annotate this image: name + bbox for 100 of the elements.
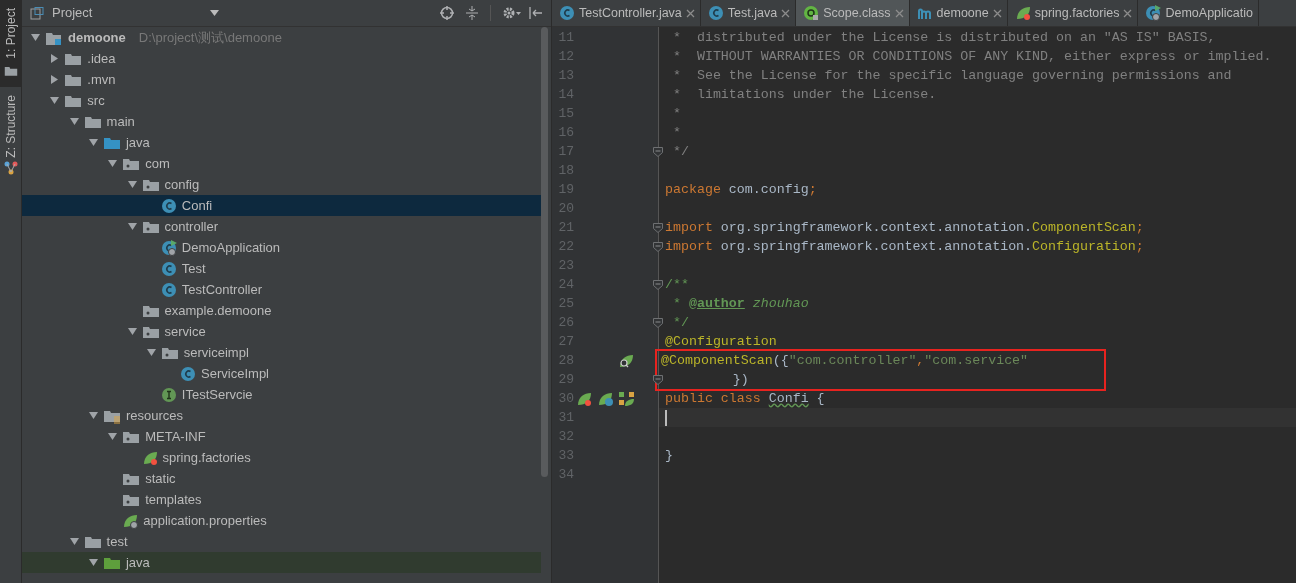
expanded-arrow-icon[interactable] xyxy=(88,138,98,147)
fold-marker-icon[interactable] xyxy=(653,222,663,233)
class-icon xyxy=(160,260,177,277)
item-label: .mvn xyxy=(87,70,116,89)
item-label: templates xyxy=(145,490,202,509)
fold-marker-icon[interactable] xyxy=(653,146,663,157)
item-label: spring.factories xyxy=(162,448,251,467)
tree-item[interactable]: java xyxy=(22,132,541,153)
tool-window-tab[interactable]: 1: Project xyxy=(0,0,21,87)
item-label: demoone xyxy=(68,28,126,47)
expanded-arrow-icon[interactable] xyxy=(108,432,118,441)
item-label: DemoApplication xyxy=(181,238,281,257)
code-line: @Configuration xyxy=(664,332,778,351)
expanded-arrow-icon[interactable] xyxy=(127,222,137,231)
expanded-arrow-icon[interactable] xyxy=(69,537,79,546)
item-label: config xyxy=(164,175,200,194)
item-label: com xyxy=(145,154,170,173)
item-label: example.demoone xyxy=(164,301,272,320)
code-line: /** xyxy=(664,275,690,294)
code-line: * xyxy=(671,123,682,142)
expanded-arrow-icon[interactable] xyxy=(88,558,98,567)
tree-item[interactable]: service xyxy=(22,321,541,342)
fold-marker-icon[interactable] xyxy=(653,317,663,328)
tool-window-tab[interactable]: Z: Structure xyxy=(0,86,21,184)
tree-item[interactable]: test xyxy=(22,531,541,552)
tree-item[interactable]: com xyxy=(22,153,541,174)
class-icon xyxy=(180,365,197,382)
tree-item[interactable]: static xyxy=(22,468,541,489)
code-line: * limitations under the License. xyxy=(671,85,938,104)
leaf-icon xyxy=(1014,5,1031,21)
tree-item[interactable]: templates xyxy=(22,489,541,510)
structure-icon xyxy=(3,161,18,176)
tree-item[interactable]: controller xyxy=(22,216,541,237)
code-line: } xyxy=(664,446,674,465)
class-icon xyxy=(559,5,575,21)
item-label: Test xyxy=(181,259,206,278)
expanded-arrow-icon[interactable] xyxy=(127,180,137,189)
tree-item[interactable]: .mvn xyxy=(22,69,541,90)
expanded-arrow-icon[interactable] xyxy=(88,411,98,420)
code-line: }) xyxy=(731,370,750,389)
close-icon[interactable] xyxy=(781,8,791,18)
expanded-arrow-icon[interactable] xyxy=(69,117,79,126)
panel-title[interactable]: Project xyxy=(52,3,93,23)
tree-item[interactable]: Confi xyxy=(22,195,541,216)
expanded-arrow-icon[interactable] xyxy=(50,96,60,105)
annotation-icon xyxy=(803,5,820,21)
fold-marker-icon[interactable] xyxy=(653,241,663,252)
scrollbar[interactable] xyxy=(541,27,548,477)
item-label: .idea xyxy=(87,49,116,68)
expanded-arrow-icon[interactable] xyxy=(127,327,137,336)
item-label: service xyxy=(164,322,206,341)
item-label: TestController xyxy=(181,280,262,299)
dropdown-caret-icon[interactable] xyxy=(210,10,220,16)
tree-item[interactable]: spring.factories xyxy=(22,447,541,468)
tree-item[interactable]: example.demoone xyxy=(22,300,541,321)
close-icon[interactable] xyxy=(992,8,1002,18)
expanded-arrow-icon[interactable] xyxy=(146,348,156,357)
tree-item[interactable]: DemoApplication xyxy=(22,237,541,258)
tree-item[interactable]: application.properties xyxy=(22,510,541,531)
editor-tab[interactable]: Scope.class xyxy=(796,0,910,26)
collapse-icon[interactable] xyxy=(466,6,478,20)
item-label: Confi xyxy=(181,196,213,215)
code-line: package com.config; xyxy=(664,180,818,199)
leaf-icon xyxy=(141,449,158,466)
fold-marker-icon[interactable] xyxy=(653,279,663,290)
expanded-arrow-icon[interactable] xyxy=(108,159,118,168)
code-line: */ xyxy=(671,313,690,332)
tree-item[interactable]: config xyxy=(22,174,541,195)
diagram-icon xyxy=(618,390,636,407)
close-icon[interactable] xyxy=(894,8,904,18)
tree-item[interactable]: main xyxy=(22,111,541,132)
tree-item[interactable]: ITestServcie xyxy=(22,384,541,405)
item-label: ServiceImpl xyxy=(201,364,269,383)
code-line: */ xyxy=(671,142,690,161)
collapsed-arrow-icon[interactable] xyxy=(50,75,60,84)
tree-item[interactable]: src xyxy=(22,90,541,111)
tree-item[interactable]: TestController xyxy=(22,279,541,300)
tree-item[interactable]: .idea xyxy=(22,48,541,69)
tree-item[interactable]: resources xyxy=(22,405,541,426)
tree-item[interactable]: Test xyxy=(22,258,541,279)
locate-icon[interactable] xyxy=(440,6,454,20)
close-icon[interactable] xyxy=(1123,8,1133,18)
item-label: test xyxy=(106,532,128,551)
collapsed-arrow-icon[interactable] xyxy=(50,54,60,63)
leaf-class-icon xyxy=(597,390,615,407)
expanded-arrow-icon[interactable] xyxy=(31,33,40,42)
fold-marker-icon[interactable] xyxy=(653,374,663,385)
settings-icon[interactable] xyxy=(503,6,521,20)
close-icon[interactable] xyxy=(685,8,695,18)
class-run-icon xyxy=(1145,5,1162,21)
tree-item[interactable]: serviceimpl xyxy=(22,342,541,363)
tree-item[interactable]: java xyxy=(22,552,541,573)
code-line: * See the License for the specific language governing permissions and xyxy=(671,66,1233,85)
code-line: * distributed under the License is distributed on an "AS IS" BASIS, xyxy=(671,28,1217,47)
tree-item[interactable]: ServiceImpl xyxy=(22,363,541,384)
tree-item[interactable]: META-INF xyxy=(22,426,541,447)
item-label: static xyxy=(145,469,176,488)
hide-panel-icon[interactable] xyxy=(529,6,543,20)
item-label: META-INF xyxy=(145,427,206,446)
code-line: import org.springframework.context.annotation.Configuration; xyxy=(664,237,1145,256)
